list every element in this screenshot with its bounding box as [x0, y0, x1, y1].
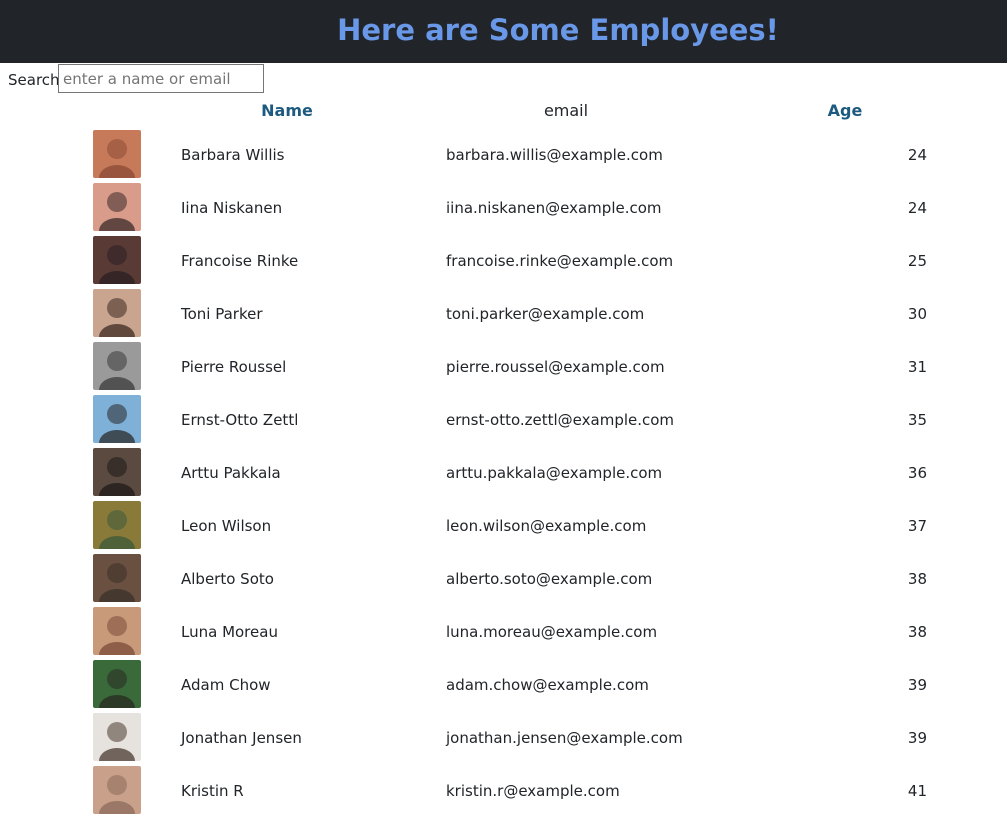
- avatar: [93, 660, 141, 708]
- table-row: Iina Niskanen iina.niskanen@example.com 24: [0, 183, 1007, 236]
- table-row: Ernst-Otto Zettl ernst-otto.zettl@example…: [0, 395, 1007, 448]
- avatar: [93, 236, 141, 284]
- table-row: Luna Moreau luna.moreau@example.com 38: [0, 607, 1007, 660]
- employee-email: adam.chow@example.com: [446, 676, 649, 694]
- avatar: [93, 766, 141, 814]
- employee-email: francoise.rinke@example.com: [446, 252, 674, 270]
- employee-age: 39: [907, 729, 927, 747]
- table-row: Leon Wilson leon.wilson@example.com 37: [0, 501, 1007, 554]
- employee-email: toni.parker@example.com: [446, 305, 645, 323]
- employee-age: 24: [907, 146, 927, 164]
- employee-name: Iina Niskanen: [181, 199, 283, 217]
- page-header: Here are Some Employees!: [0, 0, 1007, 63]
- table-row: Toni Parker toni.parker@example.com 30: [0, 289, 1007, 342]
- column-header-age[interactable]: Age: [815, 99, 875, 123]
- avatar: [93, 501, 141, 549]
- page-title: Here are Some Employees!: [337, 13, 779, 47]
- employee-name: Francoise Rinke: [181, 252, 299, 270]
- employee-name: Barbara Willis: [181, 146, 285, 164]
- employee-email: jonathan.jensen@example.com: [446, 729, 683, 747]
- employee-email: arttu.pakkala@example.com: [446, 464, 663, 482]
- employee-email: alberto.soto@example.com: [446, 570, 653, 588]
- employee-name: Ernst-Otto Zettl: [181, 411, 299, 429]
- employee-age: 37: [907, 517, 927, 535]
- employee-age: 38: [907, 570, 927, 588]
- employee-email: pierre.roussel@example.com: [446, 358, 665, 376]
- employee-name: Toni Parker: [181, 305, 263, 323]
- avatar: [93, 395, 141, 443]
- employee-email: iina.niskanen@example.com: [446, 199, 662, 217]
- employee-email: leon.wilson@example.com: [446, 517, 647, 535]
- employee-age: 35: [907, 411, 927, 429]
- table-row: Pierre Roussel pierre.roussel@example.com…: [0, 342, 1007, 395]
- employee-email: luna.moreau@example.com: [446, 623, 658, 641]
- employee-age: 41: [907, 782, 927, 800]
- table-row: Jonathan Jensen jonathan.jensen@example.c…: [0, 713, 1007, 766]
- employee-age: 39: [907, 676, 927, 694]
- employee-age: 38: [907, 623, 927, 641]
- search-label: Search:: [8, 71, 65, 89]
- table-row: Arttu Pakkala arttu.pakkala@example.com 36: [0, 448, 1007, 501]
- avatar: [93, 607, 141, 655]
- employee-age: 30: [907, 305, 927, 323]
- employee-name: Leon Wilson: [181, 517, 272, 535]
- table-row: Alberto Soto alberto.soto@example.com 38: [0, 554, 1007, 607]
- table-row: Francoise Rinke francoise.rinke@example.c…: [0, 236, 1007, 289]
- employee-age: 24: [907, 199, 927, 217]
- employee-age: 36: [907, 464, 927, 482]
- avatar: [93, 183, 141, 231]
- avatar: [93, 130, 141, 178]
- employee-name: Arttu Pakkala: [181, 464, 281, 482]
- employee-email: barbara.willis@example.com: [446, 146, 663, 164]
- employee-email: kristin.r@example.com: [446, 782, 620, 800]
- table-row: Adam Chow adam.chow@example.com 39: [0, 660, 1007, 713]
- table-row: Kristin R kristin.r@example.com 41: [0, 766, 1007, 819]
- search-input[interactable]: [58, 64, 264, 93]
- column-header-email: email: [543, 101, 589, 120]
- avatar: [93, 448, 141, 496]
- table-row: Barbara Willis barbara.willis@example.com…: [0, 130, 1007, 183]
- employee-name: Alberto Soto: [181, 570, 274, 588]
- employee-name: Kristin R: [181, 782, 244, 800]
- avatar: [93, 342, 141, 390]
- employee-name: Adam Chow: [181, 676, 271, 694]
- column-header-name[interactable]: Name: [233, 99, 341, 123]
- employee-name: Jonathan Jensen: [181, 729, 302, 747]
- employee-age: 31: [907, 358, 927, 376]
- employee-name: Pierre Roussel: [181, 358, 287, 376]
- avatar: [93, 713, 141, 761]
- avatar: [93, 289, 141, 337]
- employee-age: 25: [907, 252, 927, 270]
- avatar: [93, 554, 141, 602]
- employee-name: Luna Moreau: [181, 623, 278, 641]
- employee-email: ernst-otto.zettl@example.com: [446, 411, 675, 429]
